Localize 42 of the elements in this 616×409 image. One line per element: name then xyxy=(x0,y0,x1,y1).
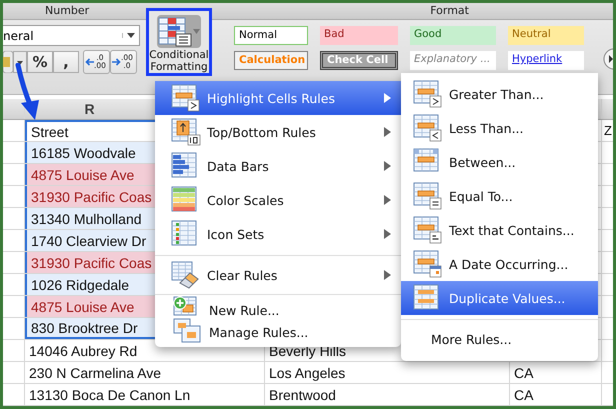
highlight-rule-icon xyxy=(171,84,201,112)
equal-icon xyxy=(413,182,443,210)
cell-style-swatch[interactable]: Explanatory ... xyxy=(410,51,496,70)
number-style-button[interactable]: % xyxy=(27,51,53,73)
menu-item[interactable]: A Date Occurring... xyxy=(401,247,598,281)
table-cell: CA xyxy=(514,364,534,380)
menu-item[interactable]: Greater Than... xyxy=(401,77,598,111)
menu-item[interactable]: Equal To... xyxy=(401,179,598,213)
menu-item[interactable]: More Rules... xyxy=(401,324,598,354)
eraser-icon xyxy=(171,261,201,289)
group-title: Number xyxy=(45,3,90,19)
cell-style-swatch[interactable]: Good xyxy=(410,26,496,45)
conditional-formatting-button[interactable]: Conditional Formatting xyxy=(146,8,212,76)
cell-style-swatch[interactable]: Neutral xyxy=(508,26,584,45)
table-cell: CA xyxy=(514,386,534,402)
scroll-right-icon[interactable] xyxy=(603,48,613,70)
caret-icon xyxy=(122,33,135,38)
arrow-icon xyxy=(85,58,94,66)
number-style-button[interactable]: , xyxy=(53,51,79,73)
table-cell: Los Angeles xyxy=(269,364,346,380)
menu-item[interactable]: Less Than... xyxy=(401,111,598,145)
top-bottom-icon xyxy=(171,118,201,146)
menu-item[interactable]: Duplicate Values... xyxy=(401,281,598,315)
caret-icon xyxy=(193,29,200,34)
less-than-icon xyxy=(413,114,443,142)
table-cell: 13130 Boca De Canon Ln xyxy=(25,384,265,405)
conditional-formatting-icon xyxy=(158,16,192,46)
group-title: Format xyxy=(430,3,469,19)
text-contains-icon xyxy=(413,216,443,244)
arrow-icon xyxy=(112,58,121,66)
table-cell: 230 N Carmelina Ave xyxy=(25,362,265,383)
calendar-icon xyxy=(413,250,443,278)
menu-item[interactable]: Highlight Cells Rules xyxy=(155,81,401,115)
greater-than-icon xyxy=(413,80,443,108)
cell-style-swatch[interactable]: Normal xyxy=(234,26,308,45)
menu-item[interactable]: Text that Contains... xyxy=(401,213,598,247)
table-cell: Brentwood xyxy=(269,386,336,402)
menu-item[interactable]: Between... xyxy=(401,145,598,179)
table-cell: Z xyxy=(604,123,612,138)
cell-style-swatch[interactable]: Bad xyxy=(320,26,398,45)
cell-style-swatch[interactable]: Hyperlink xyxy=(508,51,584,70)
number-format-dropdown[interactable]: neral xyxy=(3,25,140,46)
